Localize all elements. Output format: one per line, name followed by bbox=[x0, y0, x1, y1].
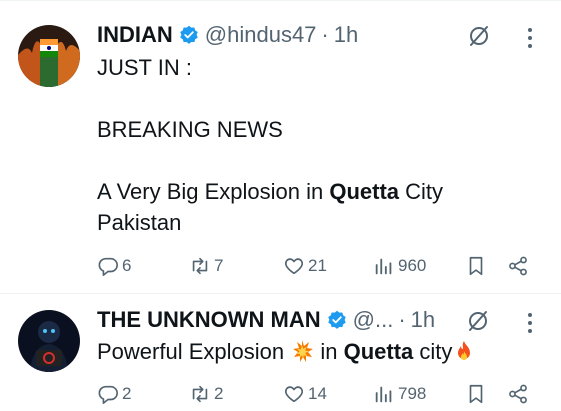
tweet-text: Powerful Explosion in Quetta city bbox=[97, 336, 547, 367]
like-icon bbox=[284, 386, 304, 403]
text-line: BREAKING NEWS bbox=[97, 117, 283, 142]
more-icon[interactable] bbox=[527, 26, 533, 50]
repost-icon bbox=[192, 385, 208, 403]
views-count: 960 bbox=[398, 256, 427, 275]
highlight-keyword: Quetta bbox=[329, 179, 400, 204]
tweet-text: JUST IN : BREAKING NEWS A Very Big Explo… bbox=[97, 52, 537, 238]
text-segment: in bbox=[314, 339, 344, 364]
repost-count: 7 bbox=[214, 256, 224, 275]
reply-count: 2 bbox=[122, 384, 132, 403]
share-button[interactable] bbox=[507, 382, 529, 406]
share-icon bbox=[509, 384, 527, 404]
reply-count: 6 bbox=[122, 256, 132, 275]
text-segment: City bbox=[399, 179, 444, 204]
views-icon bbox=[375, 386, 392, 403]
tweet-header: INDIAN @hindus47 · 1h bbox=[97, 22, 358, 48]
reply-button[interactable]: 2 bbox=[97, 382, 131, 406]
user-handle[interactable]: @hindus47 bbox=[205, 22, 317, 48]
repost-count: 2 bbox=[214, 384, 224, 403]
more-icon[interactable] bbox=[527, 311, 533, 335]
verified-badge-icon bbox=[179, 25, 199, 45]
repost-button[interactable]: 2 bbox=[189, 382, 223, 406]
repost-button[interactable]: 7 bbox=[189, 254, 223, 278]
user-handle[interactable]: @... bbox=[353, 307, 394, 333]
tweet[interactable]: INDIAN @hindus47 · 1h JUST IN : BREAKING… bbox=[0, 0, 561, 294]
views-icon bbox=[375, 258, 392, 275]
views-button[interactable]: 798 bbox=[373, 382, 426, 406]
share-icon bbox=[509, 256, 527, 276]
reply-icon bbox=[98, 385, 118, 404]
like-count: 21 bbox=[308, 256, 327, 275]
display-name[interactable]: INDIAN bbox=[97, 22, 173, 48]
reply-button[interactable]: 6 bbox=[97, 254, 131, 278]
like-icon bbox=[284, 258, 304, 275]
verified-badge-icon bbox=[327, 310, 347, 330]
avatar[interactable] bbox=[18, 25, 80, 87]
bookmark-icon bbox=[469, 384, 483, 404]
highlight-keyword: Quetta bbox=[343, 339, 414, 364]
timestamp[interactable]: 1h bbox=[411, 307, 435, 333]
grok-icon[interactable] bbox=[466, 309, 490, 333]
text-line: JUST IN : bbox=[97, 55, 192, 80]
like-count: 14 bbox=[308, 384, 327, 403]
tweet-header: THE UNKNOWN MAN @... · 1h bbox=[97, 307, 435, 333]
tweet[interactable]: THE UNKNOWN MAN @... · 1h Powerful Explo… bbox=[0, 294, 561, 411]
share-button[interactable] bbox=[507, 254, 529, 278]
bookmark-icon bbox=[469, 256, 483, 276]
fire-emoji bbox=[452, 339, 476, 363]
timestamp[interactable]: 1h bbox=[334, 22, 358, 48]
text-line: A Very Big Explosion in Quetta City bbox=[97, 176, 537, 207]
views-count: 798 bbox=[398, 384, 427, 403]
bookmark-button[interactable] bbox=[465, 254, 487, 278]
like-button[interactable]: 21 bbox=[283, 254, 327, 278]
views-button[interactable]: 960 bbox=[373, 254, 426, 278]
text-segment: A Very Big Explosion in bbox=[97, 179, 330, 204]
display-name[interactable]: THE UNKNOWN MAN bbox=[97, 307, 321, 333]
grok-icon[interactable] bbox=[467, 24, 491, 48]
like-button[interactable]: 14 bbox=[283, 382, 327, 406]
text-segment: Powerful Explosion bbox=[97, 339, 291, 364]
avatar[interactable] bbox=[18, 310, 80, 372]
separator-dot: · bbox=[321, 22, 329, 47]
collision-emoji bbox=[290, 339, 314, 363]
text-line: Pakistan bbox=[97, 210, 182, 235]
text-segment: city bbox=[413, 339, 453, 364]
repost-icon bbox=[192, 257, 208, 275]
reply-icon bbox=[98, 257, 118, 276]
separator-dot: · bbox=[398, 307, 406, 332]
bookmark-button[interactable] bbox=[465, 382, 487, 406]
